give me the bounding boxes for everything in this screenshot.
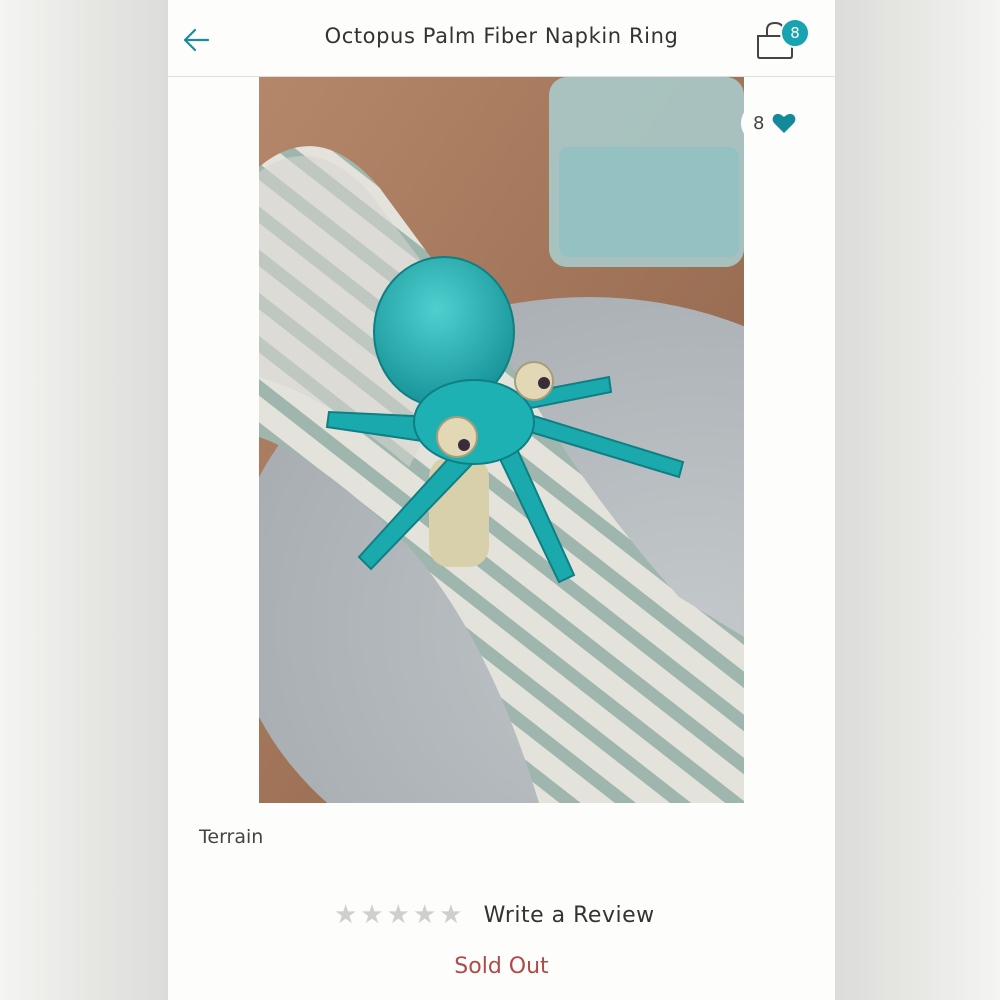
back-button[interactable] bbox=[178, 22, 214, 58]
like-button[interactable]: 8 bbox=[741, 102, 835, 144]
cart-button[interactable]: 8 bbox=[752, 16, 810, 64]
like-count: 8 bbox=[753, 112, 765, 134]
product-image[interactable] bbox=[259, 77, 744, 803]
rating-star-icon[interactable]: ★ bbox=[387, 900, 410, 930]
rating-star-icon[interactable]: ★ bbox=[413, 900, 436, 930]
background-right bbox=[835, 0, 1000, 1000]
cart-count-badge: 8 bbox=[780, 18, 810, 48]
page-title: Octopus Palm Fiber Napkin Ring bbox=[324, 24, 679, 48]
product-photo bbox=[259, 77, 744, 803]
arrow-left-icon bbox=[183, 28, 210, 52]
brand-link[interactable]: Terrain bbox=[199, 826, 263, 848]
rating-star-icon[interactable]: ★ bbox=[360, 900, 383, 930]
write-review-link[interactable]: Write a Review bbox=[484, 903, 655, 928]
background-left bbox=[0, 0, 168, 1000]
availability-status: Sold Out bbox=[454, 954, 549, 979]
heart-icon bbox=[773, 113, 796, 133]
app-screen: Octopus Palm Fiber Napkin Ring 8 8 Terra… bbox=[168, 0, 835, 1000]
rating-star-icon[interactable]: ★ bbox=[334, 900, 357, 930]
rating-star-icon[interactable]: ★ bbox=[439, 900, 462, 930]
rating-row: ★ ★ ★ ★ ★ Write a Review bbox=[334, 900, 655, 930]
top-bar: Octopus Palm Fiber Napkin Ring 8 bbox=[168, 0, 835, 77]
